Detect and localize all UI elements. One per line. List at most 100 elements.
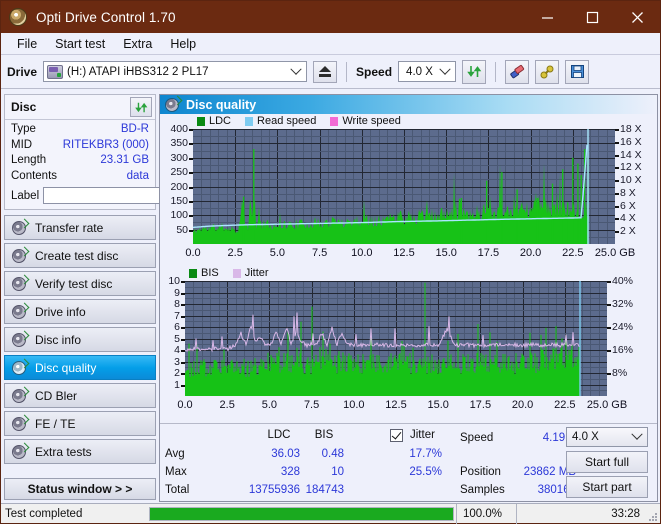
- minimize-icon[interactable]: [525, 1, 570, 33]
- y-axis-tick: [189, 129, 193, 131]
- y-axis-tick: [181, 373, 185, 375]
- y2-axis-tick: [615, 142, 619, 144]
- y2-axis-tick-label: 32%: [612, 298, 634, 310]
- y-axis-tick-label: 10: [168, 275, 180, 287]
- y-axis-tick-label: 350: [170, 137, 188, 150]
- disc-icon: [12, 444, 26, 459]
- y-axis-tick-label: 2: [174, 367, 180, 379]
- drive-select-value: (H:) ATAPI iHBS312 2 PL17: [67, 65, 209, 78]
- disc-info-group: Disc Type BD-R MID RITEKBR3 (000) Length…: [4, 94, 251, 210]
- toolbar-divider-1: [346, 61, 348, 82]
- sidebar-item-label: Extra tests: [35, 444, 92, 459]
- y-axis-tick: [181, 281, 185, 283]
- legend-swatch: [189, 268, 197, 278]
- legend-swatch: [232, 268, 241, 278]
- sidebar-item-create-test-disc[interactable]: Create test disc: [4, 243, 156, 268]
- status-window-button[interactable]: Status window > >: [4, 478, 156, 500]
- menu-item-extra[interactable]: Extra: [115, 35, 160, 53]
- y-axis-tick: [189, 143, 193, 145]
- disc-quality-panel: Disc quality LDC Read speed Write speed 50 1…: [159, 94, 658, 502]
- disc-icon: [12, 248, 26, 263]
- y-axis-tick: [181, 293, 185, 295]
- disc-row-mid: MID RITEKBR3 (000): [11, 138, 149, 154]
- chart-ldc-readspeed[interactable]: LDC Read speed Write speed 50 100 150 200 250 30…: [160, 114, 657, 266]
- menu-item-start-test[interactable]: Start test: [47, 35, 113, 53]
- start-full-button[interactable]: Start full: [566, 451, 648, 473]
- sidebar-item-disc-quality[interactable]: Disc quality: [4, 355, 156, 380]
- sidebar-item-label: Transfer rate: [35, 220, 104, 235]
- sidebar-item-fe-te[interactable]: FE / TE: [4, 411, 156, 436]
- y2-axis-tick-label: 16 X: [620, 135, 642, 148]
- menu-item-help[interactable]: Help: [162, 35, 204, 53]
- main-body: Disc Type BD-R MID RITEKBR3 (000) Length…: [1, 93, 660, 503]
- speed-select[interactable]: 4.0 X: [398, 61, 457, 82]
- sidebar-item-extra-tests[interactable]: Extra tests: [4, 439, 156, 464]
- eject-button[interactable]: [313, 60, 338, 83]
- refresh-icon: [134, 102, 147, 112]
- plot-area: [185, 281, 607, 396]
- y2-axis-tick: [615, 155, 619, 157]
- app-icon: [9, 8, 27, 26]
- legend-label: Jitter: [244, 267, 269, 279]
- legend-label: Write speed: [342, 115, 401, 127]
- menu-item-file[interactable]: File: [9, 35, 45, 53]
- sidebar-item-drive-info[interactable]: Drive info: [4, 299, 156, 324]
- y-axis-tick-label: 6: [174, 321, 180, 333]
- y-axis-tick: [181, 316, 185, 318]
- x-axis-tick-label: 25.0 GB: [586, 399, 628, 411]
- test-speed-select[interactable]: 4.0 X: [566, 427, 648, 447]
- sidebar-item-cd-bler[interactable]: CD Bler: [4, 383, 156, 408]
- disc-contents-value: data: [126, 169, 149, 182]
- y-axis-tick: [189, 187, 193, 189]
- resize-grip-icon[interactable]: [646, 504, 660, 524]
- sidebar-item-disc-info[interactable]: Disc info: [4, 327, 156, 352]
- y-axis-tick: [181, 350, 185, 352]
- sidebar-nav: Transfer rate Create test disc Verify te…: [4, 215, 156, 464]
- title-bar: Opti Drive Control 1.70: [1, 1, 660, 33]
- progress-percent: 100.0%: [456, 503, 516, 524]
- disc-group-header: Disc: [5, 95, 155, 120]
- y2-axis-tick-label: 6 X: [620, 199, 636, 212]
- window-title: Opti Drive Control 1.70: [36, 9, 176, 25]
- stats-col-header-bis: BIS: [314, 429, 334, 441]
- sidebar-item-transfer-rate[interactable]: Transfer rate: [4, 215, 156, 240]
- series-layer: [193, 129, 589, 244]
- progress-bar: [149, 506, 454, 521]
- maximize-icon[interactable]: [570, 1, 615, 33]
- disc-icon: [12, 388, 26, 403]
- sidebar-item-label: FE / TE: [35, 416, 76, 431]
- drive-select[interactable]: (H:) ATAPI iHBS312 2 PL17: [43, 61, 308, 82]
- progress-bar-fill: [150, 507, 453, 520]
- disc-icon: [12, 416, 26, 431]
- disc-refresh-button[interactable]: [130, 97, 152, 117]
- legend-swatch: [197, 116, 205, 126]
- series-layer: [185, 281, 581, 396]
- sidebar-item-verify-test-disc[interactable]: Verify test disc: [4, 271, 156, 296]
- erase-button[interactable]: [505, 59, 530, 84]
- close-icon[interactable]: [615, 1, 660, 33]
- y-axis-tick: [189, 215, 193, 217]
- y-axis-tick: [181, 339, 185, 341]
- save-button[interactable]: [565, 59, 590, 84]
- jitter-checkbox[interactable]: [390, 429, 403, 442]
- disc-length-label: Length: [11, 154, 47, 166]
- start-part-button[interactable]: Start part: [566, 476, 648, 498]
- stats-row-header-avg: Avg: [165, 448, 185, 460]
- disc-type-label: Type: [11, 123, 36, 135]
- series-jitter: [185, 312, 581, 353]
- tools-button[interactable]: [535, 59, 560, 84]
- y-axis-tick-label: 100: [170, 209, 188, 222]
- sidebar-item-label: Drive info: [35, 304, 86, 319]
- sidebar-item-label: Verify test disc: [35, 276, 113, 291]
- y2-axis-tick-label: 10 X: [620, 174, 642, 187]
- legend-label: BIS: [201, 267, 219, 279]
- disc-quality-icon: [165, 97, 179, 112]
- panel-header: Disc quality: [160, 95, 657, 114]
- charts-area: LDC Read speed Write speed 50 100 150 200 250 30…: [160, 114, 657, 423]
- refresh-button[interactable]: [462, 59, 487, 84]
- chart-bis-jitter[interactable]: BIS Jitter 1 2 3 4 5 6 7 8 9 10 8% 16% 24% 32% 40% 0.0 2.5…: [160, 266, 657, 418]
- plot-area: [193, 129, 615, 244]
- stats-position-value: 23862 MB: [523, 466, 576, 478]
- y-axis-tick: [181, 385, 185, 387]
- jitter-label: Jitter: [410, 429, 435, 441]
